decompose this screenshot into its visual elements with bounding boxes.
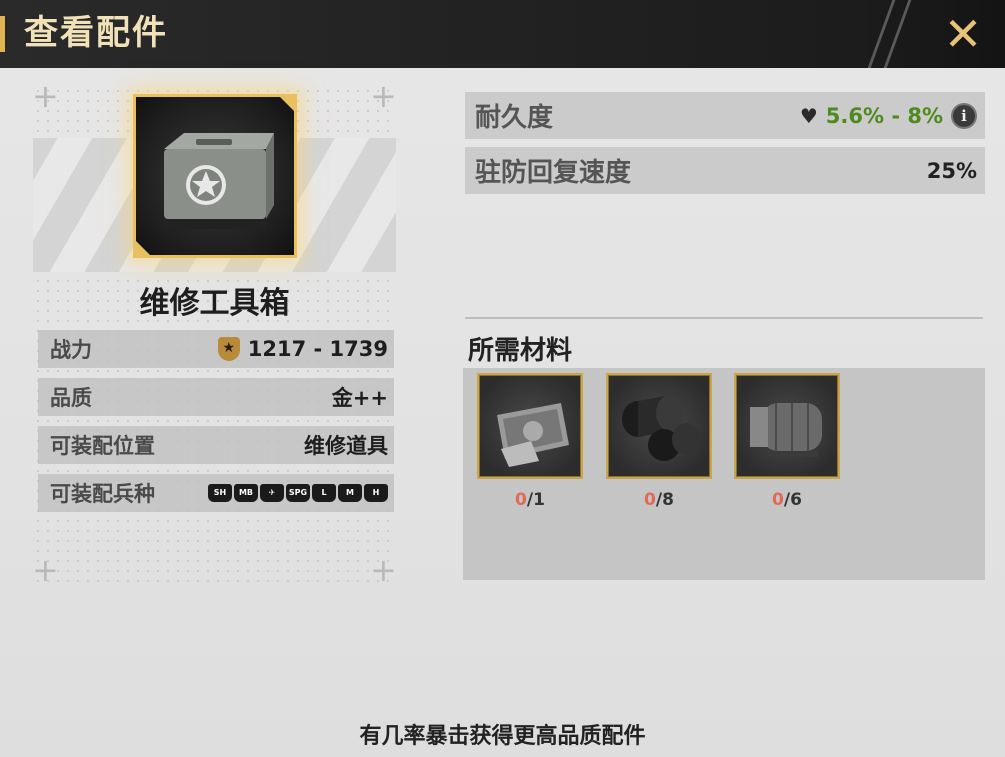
page-title: 查看配件 <box>24 13 168 53</box>
materials-panel: 0/1 0/8 0/6 <box>463 368 985 580</box>
unit-type-icons: SH MB ✈ SPG L M H <box>208 484 388 502</box>
durability-value: 5.6% - 8% <box>825 103 943 128</box>
title-accent <box>0 16 5 52</box>
unit-sh-icon: SH <box>208 484 232 502</box>
section-divider <box>465 317 983 319</box>
close-icon[interactable]: ✕ <box>935 6 991 62</box>
engine-block-icon <box>750 403 822 457</box>
stat-value: ★ 1217 - 1739 <box>217 337 388 361</box>
unit-l-icon: L <box>312 484 336 502</box>
recovery-value: 25% <box>926 158 977 183</box>
metal-rolls-icon <box>622 395 700 461</box>
material-count: 0/8 <box>644 490 674 510</box>
blueprint-plate-icon <box>497 403 569 467</box>
title-bar: 查看配件 ✕ <box>0 0 1005 68</box>
attr-row-garrison-recovery: 驻防回复速度 25% <box>465 147 985 194</box>
stat-label: 可装配位置 <box>50 434 155 458</box>
power-range: 1217 - 1739 <box>247 337 388 361</box>
plus-marker-icon: + <box>32 77 59 115</box>
attr-label: 耐久度 <box>475 103 554 133</box>
ammo-box-icon <box>164 133 274 229</box>
stat-label: 品质 <box>50 386 92 410</box>
item-name: 维修工具箱 <box>139 286 290 321</box>
heart-icon: ♥ <box>799 103 818 128</box>
header-decor-stripe <box>867 0 896 68</box>
attr-value: ♥ 5.6% - 8% i <box>799 102 977 129</box>
material-count: 0/1 <box>515 490 545 510</box>
material-slot-metal-rolls[interactable] <box>606 373 712 479</box>
slot-value: 维修道具 <box>304 434 388 458</box>
attr-label: 驻防回复速度 <box>475 158 632 188</box>
unit-m-icon: M <box>338 484 362 502</box>
content-panel: + + + + 维修工具箱 战力 ★ 1217 - 1739 品质 金++ 可装… <box>0 68 1005 757</box>
plus-marker-icon: + <box>370 77 397 115</box>
power-badge-icon: ★ <box>217 337 240 361</box>
stat-row-power: 战力 ★ 1217 - 1739 <box>38 330 394 368</box>
quality-value: 金++ <box>331 386 388 410</box>
stat-label: 战力 <box>50 338 92 362</box>
material-slot-blueprint[interactable] <box>477 373 583 479</box>
frame-corner <box>136 241 150 255</box>
plus-marker-icon: + <box>32 551 59 589</box>
unit-mb-icon: MB <box>234 484 258 502</box>
unit-spg-icon: SPG <box>286 484 310 502</box>
materials-title: 所需材料 <box>468 336 573 366</box>
frame-corner <box>280 97 294 111</box>
material-count: 0/6 <box>772 490 802 510</box>
helicopter-icon: ✈ <box>260 484 284 502</box>
plus-marker-icon: + <box>370 551 397 589</box>
crit-tip-text: 有几率暴击获得更高品质配件 <box>359 724 646 749</box>
stat-label: 可装配兵种 <box>50 482 155 506</box>
stat-row-slot: 可装配位置 维修道具 <box>38 426 394 464</box>
stat-row-quality: 品质 金++ <box>38 378 394 416</box>
item-image-frame[interactable] <box>133 94 297 258</box>
attr-row-durability: 耐久度 ♥ 5.6% - 8% i <box>465 92 985 139</box>
info-icon[interactable]: i <box>951 102 977 129</box>
material-slot-engine[interactable] <box>734 373 840 479</box>
stat-row-units: 可装配兵种 SH MB ✈ SPG L M H <box>38 474 394 512</box>
unit-h-icon: H <box>364 484 388 502</box>
